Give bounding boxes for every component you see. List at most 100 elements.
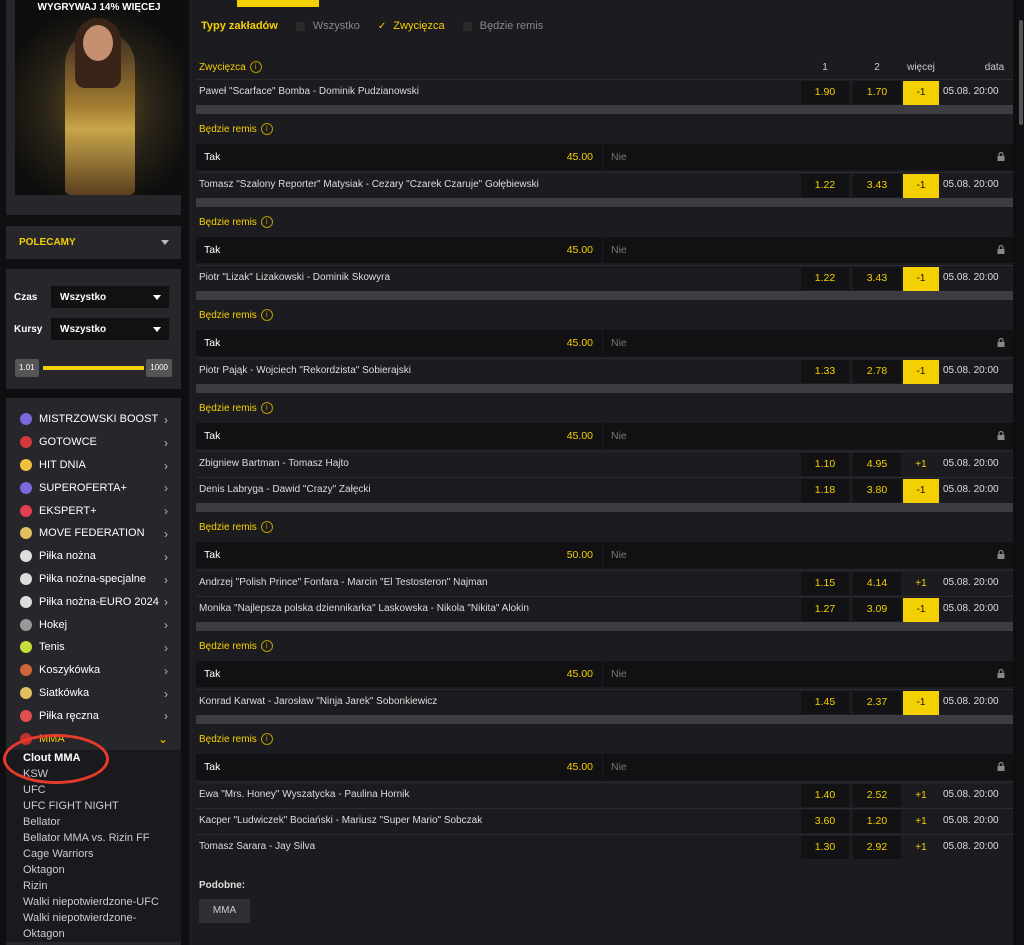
odds-2-button[interactable]: 2.92 [853, 836, 901, 859]
info-icon[interactable]: i [260, 402, 273, 414]
sidebar-item-label: EKSPERT+ [39, 504, 97, 517]
odds-2-button[interactable]: 2.52 [853, 784, 901, 807]
sidebar-item[interactable]: Tenis › [6, 636, 181, 659]
draw-title-text: Będzie remis [199, 521, 257, 533]
info-icon[interactable]: i [260, 216, 273, 228]
info-icon[interactable]: i [260, 640, 273, 652]
sidebar-item[interactable]: SUPEROFERTA+ › [6, 476, 181, 499]
sidebar-item[interactable]: Piłka nożna › [6, 545, 181, 568]
info-icon[interactable]: i [260, 123, 273, 135]
draw-yes-button[interactable]: Tak 45.00 [196, 237, 602, 263]
odds-1-button[interactable]: 1.45 [801, 691, 849, 714]
top-tab-button[interactable] [237, 0, 319, 7]
filter-option-all[interactable]: Wszystko [295, 20, 360, 32]
submenu-item[interactable]: Bellator MMA vs. Rizin FF [6, 830, 181, 846]
more-markets-button[interactable]: -1 [903, 598, 939, 622]
more-markets-button[interactable]: +1 [903, 453, 939, 477]
draw-yes-button[interactable]: Tak 45.00 [196, 661, 602, 687]
odds-1-button[interactable]: 1.30 [801, 836, 849, 859]
odds-1-button[interactable]: 1.18 [801, 479, 849, 502]
sidebar-item[interactable]: Piłka ręczna › [6, 704, 181, 727]
odds-1-button[interactable]: 1.22 [801, 174, 849, 197]
slider-max-handle[interactable]: 1000 [146, 359, 172, 377]
submenu-item[interactable]: Bellator [6, 814, 181, 830]
sidebar-item[interactable]: Koszykówka › [6, 659, 181, 682]
odds-1-button[interactable]: 3.60 [801, 810, 849, 833]
fight-row: Tomasz "Szalony Reporter" Matysiak - Cez… [196, 172, 1013, 198]
odds-2-button[interactable]: 2.78 [853, 360, 901, 383]
odds-2-button[interactable]: 2.37 [853, 691, 901, 714]
more-markets-button[interactable]: -1 [903, 267, 939, 291]
odds-2-button[interactable]: 3.43 [853, 174, 901, 197]
sidebar-item[interactable]: Piłka nożna-specjalne › [6, 568, 181, 591]
submenu-item[interactable]: Walki niepotwierdzone-UFC [6, 894, 181, 910]
submenu-item[interactable]: UFC [6, 782, 181, 798]
more-markets-button[interactable]: +1 [903, 784, 939, 808]
odds-range-slider[interactable]: 1.01 1000 [15, 359, 172, 377]
draw-title: Będzie remis i [199, 733, 273, 745]
sidebar-item[interactable]: Hokej › [6, 613, 181, 636]
more-markets-button[interactable]: -1 [903, 479, 939, 503]
submenu-item[interactable]: Cage Warriors [6, 846, 181, 862]
filter-option-draw[interactable]: Będzie remis [462, 20, 543, 32]
kursy-select[interactable]: Wszystko [51, 318, 169, 340]
more-markets-button[interactable]: +1 [903, 836, 939, 860]
submenu-item[interactable]: KSW [6, 766, 181, 782]
submenu-item[interactable]: Walki niepotwierdzone- [6, 910, 181, 926]
odds-1-button[interactable]: 1.90 [801, 81, 849, 104]
more-markets-button[interactable]: +1 [903, 810, 939, 834]
odds-2-button[interactable]: 3.43 [853, 267, 901, 290]
submenu-item[interactable]: Oktagon [6, 926, 181, 942]
czas-select[interactable]: Wszystko [51, 286, 169, 308]
promo-banner[interactable]: WYGRYWAJ 14% WIĘCEJ [6, 0, 183, 215]
info-icon[interactable]: i [249, 61, 262, 73]
submenu-item[interactable]: Clout MMA [6, 750, 181, 766]
draw-yes-button[interactable]: Tak 45.00 [196, 423, 602, 449]
more-markets-button[interactable]: -1 [903, 174, 939, 198]
draw-yes-button[interactable]: Tak 45.00 [196, 754, 602, 780]
odds-2-button[interactable]: 3.80 [853, 479, 901, 502]
sidebar-item[interactable]: GOTOWCE › [6, 431, 181, 454]
similar-tag-mma[interactable]: MMA [199, 899, 250, 923]
odds-2-button[interactable]: 4.95 [853, 453, 901, 476]
odds-2-button[interactable]: 3.09 [853, 598, 901, 621]
draw-yes-button[interactable]: Tak 50.00 [196, 542, 602, 568]
more-markets-button[interactable]: -1 [903, 81, 939, 105]
more-markets-button[interactable]: -1 [903, 360, 939, 384]
odds-2-button[interactable]: 1.20 [853, 810, 901, 833]
odds-1-button[interactable]: 1.15 [801, 572, 849, 595]
sidebar-item[interactable]: HIT DNIA › [6, 454, 181, 477]
draw-title-text: Będzie remis [199, 402, 257, 414]
sidebar-item[interactable]: Piłka nożna-EURO 2024 › [6, 590, 181, 613]
odds-2-button[interactable]: 1.70 [853, 81, 901, 104]
submenu-item[interactable]: Oktagon [6, 862, 181, 878]
sidebar-item[interactable]: MOVE FEDERATION › [6, 522, 181, 545]
odds-1-button[interactable]: 1.10 [801, 453, 849, 476]
odds-1-button[interactable]: 1.40 [801, 784, 849, 807]
submenu-item[interactable]: UFC FIGHT NIGHT [6, 798, 181, 814]
odds-1-button[interactable]: 1.22 [801, 267, 849, 290]
polecamy-dropdown[interactable]: POLECAMY [6, 226, 181, 259]
more-markets-button[interactable]: +1 [903, 572, 939, 596]
info-icon[interactable]: i [260, 521, 273, 533]
info-icon[interactable]: i [260, 733, 273, 745]
sidebar-item[interactable]: Siatkówka › [6, 682, 181, 705]
odds-1-button[interactable]: 1.33 [801, 360, 849, 383]
scrollbar[interactable] [1018, 0, 1024, 945]
odds-1-button[interactable]: 1.27 [801, 598, 849, 621]
fight-date: 05.08. 20:00 [943, 603, 999, 614]
info-icon[interactable]: i [260, 309, 273, 321]
submenu-item[interactable]: Rizin [6, 878, 181, 894]
slider-min-handle[interactable]: 1.01 [15, 359, 39, 377]
draw-yes-button[interactable]: Tak 45.00 [196, 330, 602, 356]
more-markets-button[interactable]: -1 [903, 691, 939, 715]
filter-option-winner[interactable]: ✓ Zwycięzca [378, 20, 445, 32]
sidebar-item-mma[interactable]: MMA ⌄ [6, 727, 181, 750]
chevron-right-icon: › [164, 663, 168, 678]
draw-yes-button[interactable]: Tak 45.00 [196, 144, 602, 170]
odds-2-button[interactable]: 4.14 [853, 572, 901, 595]
sidebar-item[interactable]: MISTRZOWSKI BOOST › [6, 408, 181, 431]
scrollbar-thumb[interactable] [1019, 20, 1023, 125]
sidebar-item[interactable]: EKSPERT+ › [6, 499, 181, 522]
fight-name: Paweł "Scarface" Bomba - Dominik Pudzian… [199, 86, 419, 97]
